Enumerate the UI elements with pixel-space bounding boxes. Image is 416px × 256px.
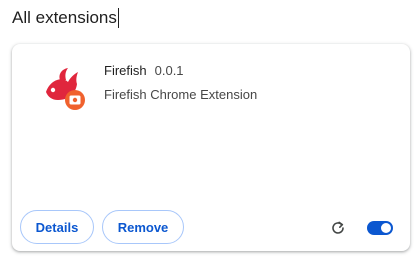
- text-caret: [117, 8, 119, 28]
- firefish-logo-icon: [40, 66, 88, 114]
- extensions-page: All extensions Firefish 0.0.1 Firefish C…: [0, 0, 416, 256]
- extension-version: 0.0.1: [154, 63, 184, 78]
- extension-card: Firefish 0.0.1 Firefish Chrome Extension…: [12, 44, 410, 251]
- toggle-knob: [381, 223, 391, 233]
- extension-enable-toggle[interactable]: [367, 221, 393, 235]
- extension-name-row: Firefish 0.0.1: [104, 62, 184, 80]
- reload-icon[interactable]: [328, 218, 348, 238]
- remove-button[interactable]: Remove: [102, 210, 184, 244]
- extension-name: Firefish: [104, 63, 147, 78]
- details-button[interactable]: Details: [20, 210, 94, 244]
- section-title-text: All extensions: [12, 8, 117, 27]
- extension-description: Firefish Chrome Extension: [104, 87, 258, 102]
- section-title[interactable]: All extensions: [12, 8, 119, 28]
